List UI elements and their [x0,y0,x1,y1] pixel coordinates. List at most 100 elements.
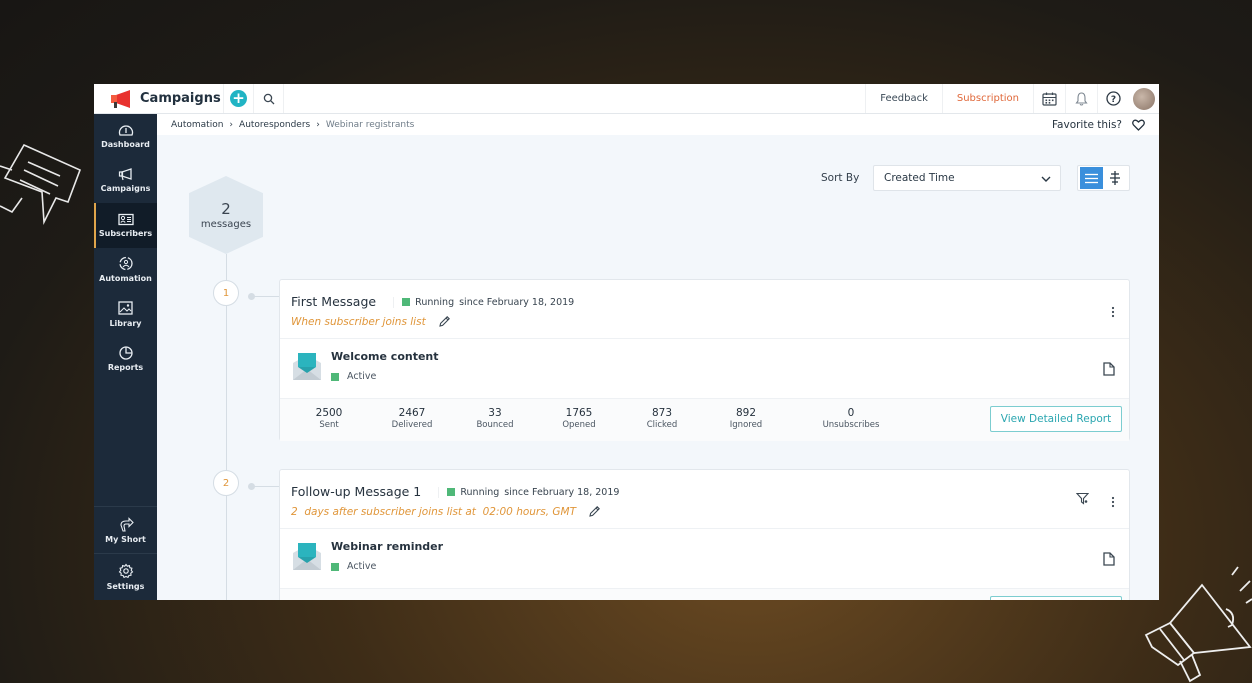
sort-dropdown[interactable]: Created Time [873,165,1061,191]
pencil-icon[interactable] [438,315,451,328]
envelope-icon [293,543,321,570]
sidebar-item-my-short[interactable]: My Short [94,506,157,553]
svg-text:?: ? [1111,95,1116,105]
calendar-icon [1042,92,1057,106]
favorite-label: Favorite this? [1051,118,1122,131]
status-badge: Running since February 18, 2019 [438,486,620,498]
status-text: Running [460,486,500,498]
favorite-area: Favorite this? [1052,114,1145,135]
sidebar-item-label: My Short [105,534,146,544]
envelope-icon [293,353,321,380]
stat-clicked[interactable]: 873 Clicked [647,407,678,430]
search-icon [263,93,274,104]
stat-unsubscribes[interactable]: 0 Unsubscribes [823,407,880,430]
stat-delivered[interactable]: 2467 Delivered [392,407,433,430]
stat-label: Ignored [729,420,763,430]
more-options-icon[interactable] [1111,306,1115,318]
sort-selected-value: Created Time [884,172,955,184]
active-indicator-icon [331,562,339,571]
notifications-button[interactable] [1065,84,1097,113]
message-count-badge: 2 messages [189,176,263,254]
pencil-icon[interactable] [588,505,601,518]
sidebar-item-label: Automation [99,274,152,284]
sidebar-item-label: Settings [106,582,145,591]
stat-value: 2500 [315,407,343,419]
sidebar-item-label: Dashboard [101,139,150,149]
stat-opened[interactable]: 1765 Opened [562,407,595,430]
status-indicator-icon [447,488,456,496]
sidebar-item-settings[interactable]: Settings [94,553,157,600]
message-stats: 2500 Sent 2467 Delivered 33 Bounced 1765 Ope… [280,398,1129,441]
view-detailed-report-button[interactable]: View Detailed Report [990,596,1122,600]
list-view-button[interactable] [1080,167,1103,189]
feedback-link[interactable]: Feedback [865,84,942,113]
app-window: Campaigns + Feedback Subscription ? Dash… [94,84,1159,600]
shortcut-icon [119,516,134,532]
breadcrumb-automation[interactable]: Automation [171,120,223,130]
sidebar-item-campaigns[interactable]: Campaigns [94,159,157,204]
sidebar-item-automation[interactable]: Automation [94,248,157,293]
stat-ignored[interactable]: 892 Ignored [730,407,762,430]
trigger-condition: 2 days after subscriber joins list at 02… [291,505,1129,518]
stat-bounced[interactable]: 33 Bounced [476,407,513,430]
trigger-text: When subscriber joins list [291,315,426,328]
avatar[interactable] [1133,87,1155,110]
pie-chart-icon [118,346,133,360]
breadcrumb-autoresponders[interactable]: Autoresponders [239,120,310,130]
message-count: 2 [221,200,231,218]
search-button[interactable] [254,84,284,113]
stat-sent[interactable]: 2500 Sent [316,407,343,430]
content-name[interactable]: Webinar reminder [331,540,443,553]
active-indicator-icon [331,372,339,381]
message-content-row: Webinar reminder Active [280,529,1129,588]
step-number-2: 2 [213,470,239,496]
help-icon: ? [1106,91,1121,106]
flow-view-button[interactable] [1103,167,1126,189]
library-icon [117,301,133,315]
more-options-icon[interactable] [1111,496,1115,508]
megaphone-logo-icon [111,89,130,108]
sidebar-item-dashboard[interactable]: Dashboard [94,114,157,159]
trigger-condition: When subscriber joins list [291,315,1129,328]
stat-value: 2467 [398,407,426,419]
message-title[interactable]: First Message [291,294,376,309]
message-card: Follow-up Message 1 Running since Februa… [279,469,1130,600]
calendar-button[interactable] [1033,84,1065,113]
stat-label: Opened [562,420,596,430]
message-count-label: messages [200,219,252,230]
help-button[interactable]: ? [1097,84,1129,113]
sidebar-item-library[interactable]: Library [94,292,157,337]
message-card: First Message Running since February 18,… [279,279,1130,441]
copy-icon[interactable] [1103,552,1115,566]
sort-by-label: Sort By [821,172,860,184]
message-title[interactable]: Follow-up Message 1 [291,484,421,499]
trigger-text: 2 days after subscriber joins list at 02… [291,505,576,518]
message-stats: View Detailed Report [280,588,1129,600]
content-name[interactable]: Welcome content [331,350,439,363]
message-card-header: Follow-up Message 1 Running since Februa… [280,470,1129,529]
view-toggle [1077,165,1130,191]
view-detailed-report-button[interactable]: View Detailed Report [990,406,1122,432]
filter-icon[interactable] [1076,492,1089,505]
status-since: since February 18, 2019 [504,486,620,498]
stat-label: Sent [319,420,339,430]
sidebar-item-label: Library [109,318,142,328]
content-status-text: Active [347,561,377,572]
sidebar-item-subscribers[interactable]: Subscribers [94,203,157,248]
brand[interactable]: Campaigns [94,84,224,113]
automation-icon [118,257,133,271]
chevron-down-icon [1041,176,1051,182]
stat-label: Unsubscribes [822,420,880,430]
status-text: Running [415,296,455,308]
chat-bubbles-decoration-icon [0,143,82,225]
sidebar-item-reports[interactable]: Reports [94,337,157,382]
copy-icon[interactable] [1103,362,1115,376]
heart-icon[interactable] [1132,119,1145,131]
app-title: Campaigns [140,91,221,106]
breadcrumb-current: Webinar registrants [325,119,415,130]
add-button[interactable]: + [224,84,254,113]
stat-value: 1765 [565,407,593,419]
breadcrumb: Automation › Autoresponders › Webinar re… [157,114,1159,135]
subscription-link[interactable]: Subscription [941,84,1033,113]
status-since: since February 18, 2019 [459,296,575,308]
